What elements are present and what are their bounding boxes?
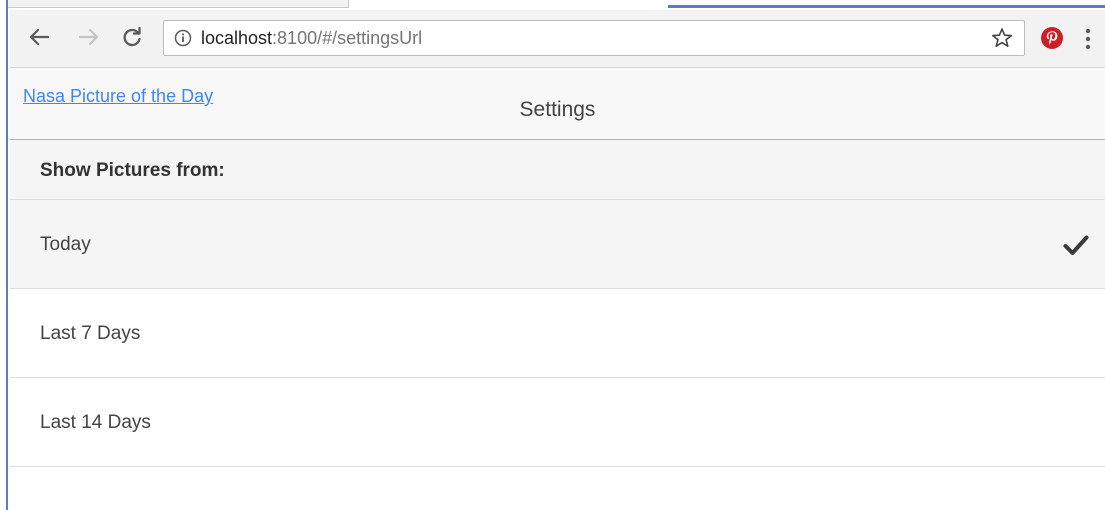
info-icon[interactable] bbox=[174, 29, 192, 47]
pinterest-icon[interactable] bbox=[1040, 26, 1064, 50]
reload-icon[interactable] bbox=[117, 22, 147, 52]
option-today[interactable]: Today bbox=[10, 200, 1105, 289]
settings-list: Show Pictures from: Today Last 7 Days La… bbox=[10, 140, 1105, 467]
back-arrow-icon[interactable] bbox=[24, 22, 54, 52]
section-header: Show Pictures from: bbox=[10, 140, 1105, 200]
app-header: Nasa Picture of the Day Settings bbox=[10, 68, 1105, 140]
menu-dots-icon[interactable] bbox=[1080, 26, 1096, 52]
section-label: Show Pictures from: bbox=[40, 160, 225, 181]
window-edge bbox=[0, 0, 8, 510]
browser-toolbar: localhost:8100/#/settingsUrl bbox=[10, 10, 1105, 68]
star-icon[interactable] bbox=[990, 26, 1014, 50]
tab-strip bbox=[8, 0, 1105, 10]
page-title: Settings bbox=[519, 98, 596, 121]
forward-arrow-icon[interactable] bbox=[74, 22, 104, 52]
tab[interactable] bbox=[8, 0, 349, 8]
address-bar[interactable]: localhost:8100/#/settingsUrl bbox=[163, 20, 1025, 56]
option-label: Last 14 Days bbox=[40, 412, 151, 433]
browser-window: localhost:8100/#/settingsUrl Nasa Pictur… bbox=[0, 0, 1105, 510]
tab-strip-accent bbox=[668, 5, 1105, 8]
option-label: Today bbox=[40, 234, 91, 255]
option-label: Last 7 Days bbox=[40, 323, 141, 344]
option-last-14-days[interactable]: Last 14 Days bbox=[10, 378, 1105, 467]
url-text[interactable]: localhost:8100/#/settingsUrl bbox=[201, 28, 422, 49]
checkmark-icon bbox=[1063, 235, 1089, 255]
option-last-7-days[interactable]: Last 7 Days bbox=[10, 289, 1105, 378]
